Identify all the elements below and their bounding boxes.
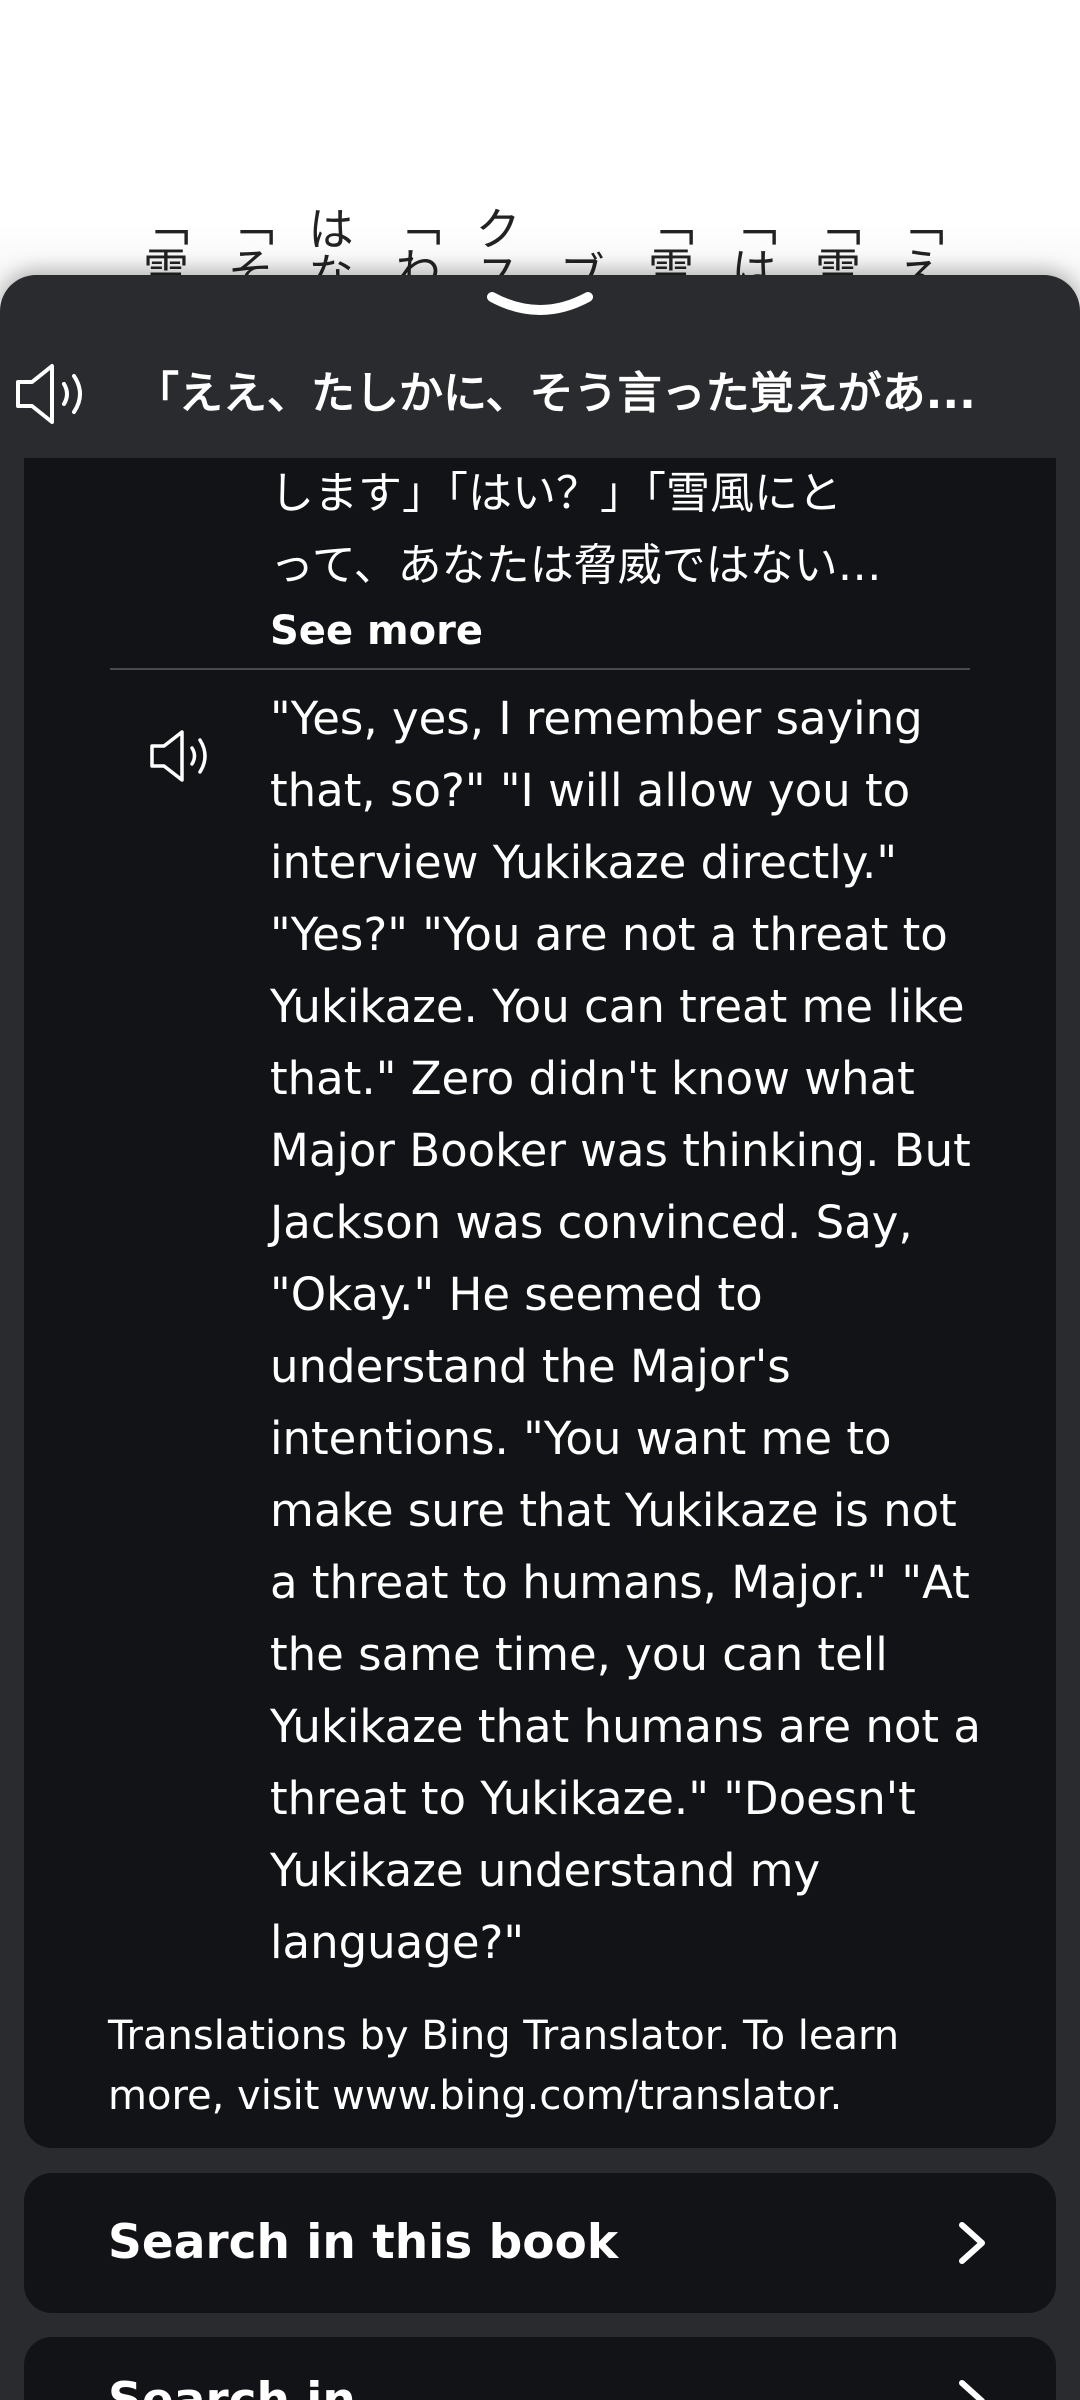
english-translation-text: "Yes, yes, I remember saying that, so?" … [270,683,990,1979]
translation-line: language?" [270,1916,525,1969]
see-more-link[interactable]: See more [270,606,483,656]
original-japanese-text: します」「はい？」「雪風にと って、あなたは脅威ではない… [270,458,970,602]
translation-bottom-sheet: 「ええ、たしかに、そう言った覚えがあ... します」「はい？」「雪風にと って、… [0,275,1080,2400]
book-page-background: 「雪 「そ はな 「わ クス ブ 「雪 「は 「雪 「え [0,0,1080,300]
translation-line: interview Yukikaze directly." [270,836,898,889]
search-in-book-label: Search in this book [108,2215,619,2270]
reader-screen: 「雪 「そ はな 「わ クス ブ 「雪 「は 「雪 「え 「ええ、たしかに、そう… [0,0,1080,2400]
translation-line: Yukikaze. You can treat me like [270,980,965,1033]
next-option-button[interactable]: Search in [24,2337,1056,2400]
translation-line: "Yes?" "You are not a threat to [270,908,948,961]
translation-line: intentions. "You want me to [270,1412,892,1465]
sheet-drag-handle[interactable] [484,289,596,319]
translation-line: that, so?" "I will allow you to [270,764,911,817]
japanese-line: って、あなたは脅威ではない… [270,540,882,591]
chevron-down-icon [487,292,593,315]
next-option-label: Search in [108,2371,356,2400]
chevron-right-icon [952,2217,992,2269]
translation-line: Yukikaze that humans are not a [270,1700,981,1753]
sheet-header: 「ええ、たしかに、そう言った覚えがあ... [0,330,1080,460]
translation-line: Major Booker was thinking. But [270,1124,971,1177]
japanese-line: します」「はい？」「雪風にと [270,468,842,519]
translation-line: that." Zero didn't know what [270,1052,915,1105]
divider [110,668,970,670]
chevron-right-icon [952,2375,992,2400]
translation-line: the same time, you can tell [270,1628,888,1681]
translation-line: understand the Major's [270,1340,791,1393]
search-in-book-button[interactable]: Search in this book [24,2173,1056,2313]
sheet-title: 「ええ、たしかに、そう言った覚えがあ... [135,368,976,419]
translation-line: Jackson was convinced. Say, [270,1196,913,1249]
credit-line: Translations by Bing Translator. To lear… [108,2013,900,2059]
translation-line: make sure that Yukikaze is not [270,1484,957,1537]
credit-line: more, visit www.bing.com/translator. [108,2073,843,2119]
speaker-icon[interactable] [148,726,214,786]
translation-card: します」「はい？」「雪風にと って、あなたは脅威ではない… See more "… [24,458,1056,2148]
translation-line: "Okay." He seemed to [270,1268,763,1321]
translation-line: a threat to humans, Major." "At [270,1556,970,1609]
translation-line: Yukikaze understand my [270,1844,821,1897]
speaker-icon[interactable] [14,360,90,428]
translation-line: "Yes, yes, I remember saying [270,692,923,745]
translation-credit: Translations by Bing Translator. To lear… [108,2006,1008,2126]
translation-line: threat to Yukikaze." "Doesn't [270,1772,916,1825]
